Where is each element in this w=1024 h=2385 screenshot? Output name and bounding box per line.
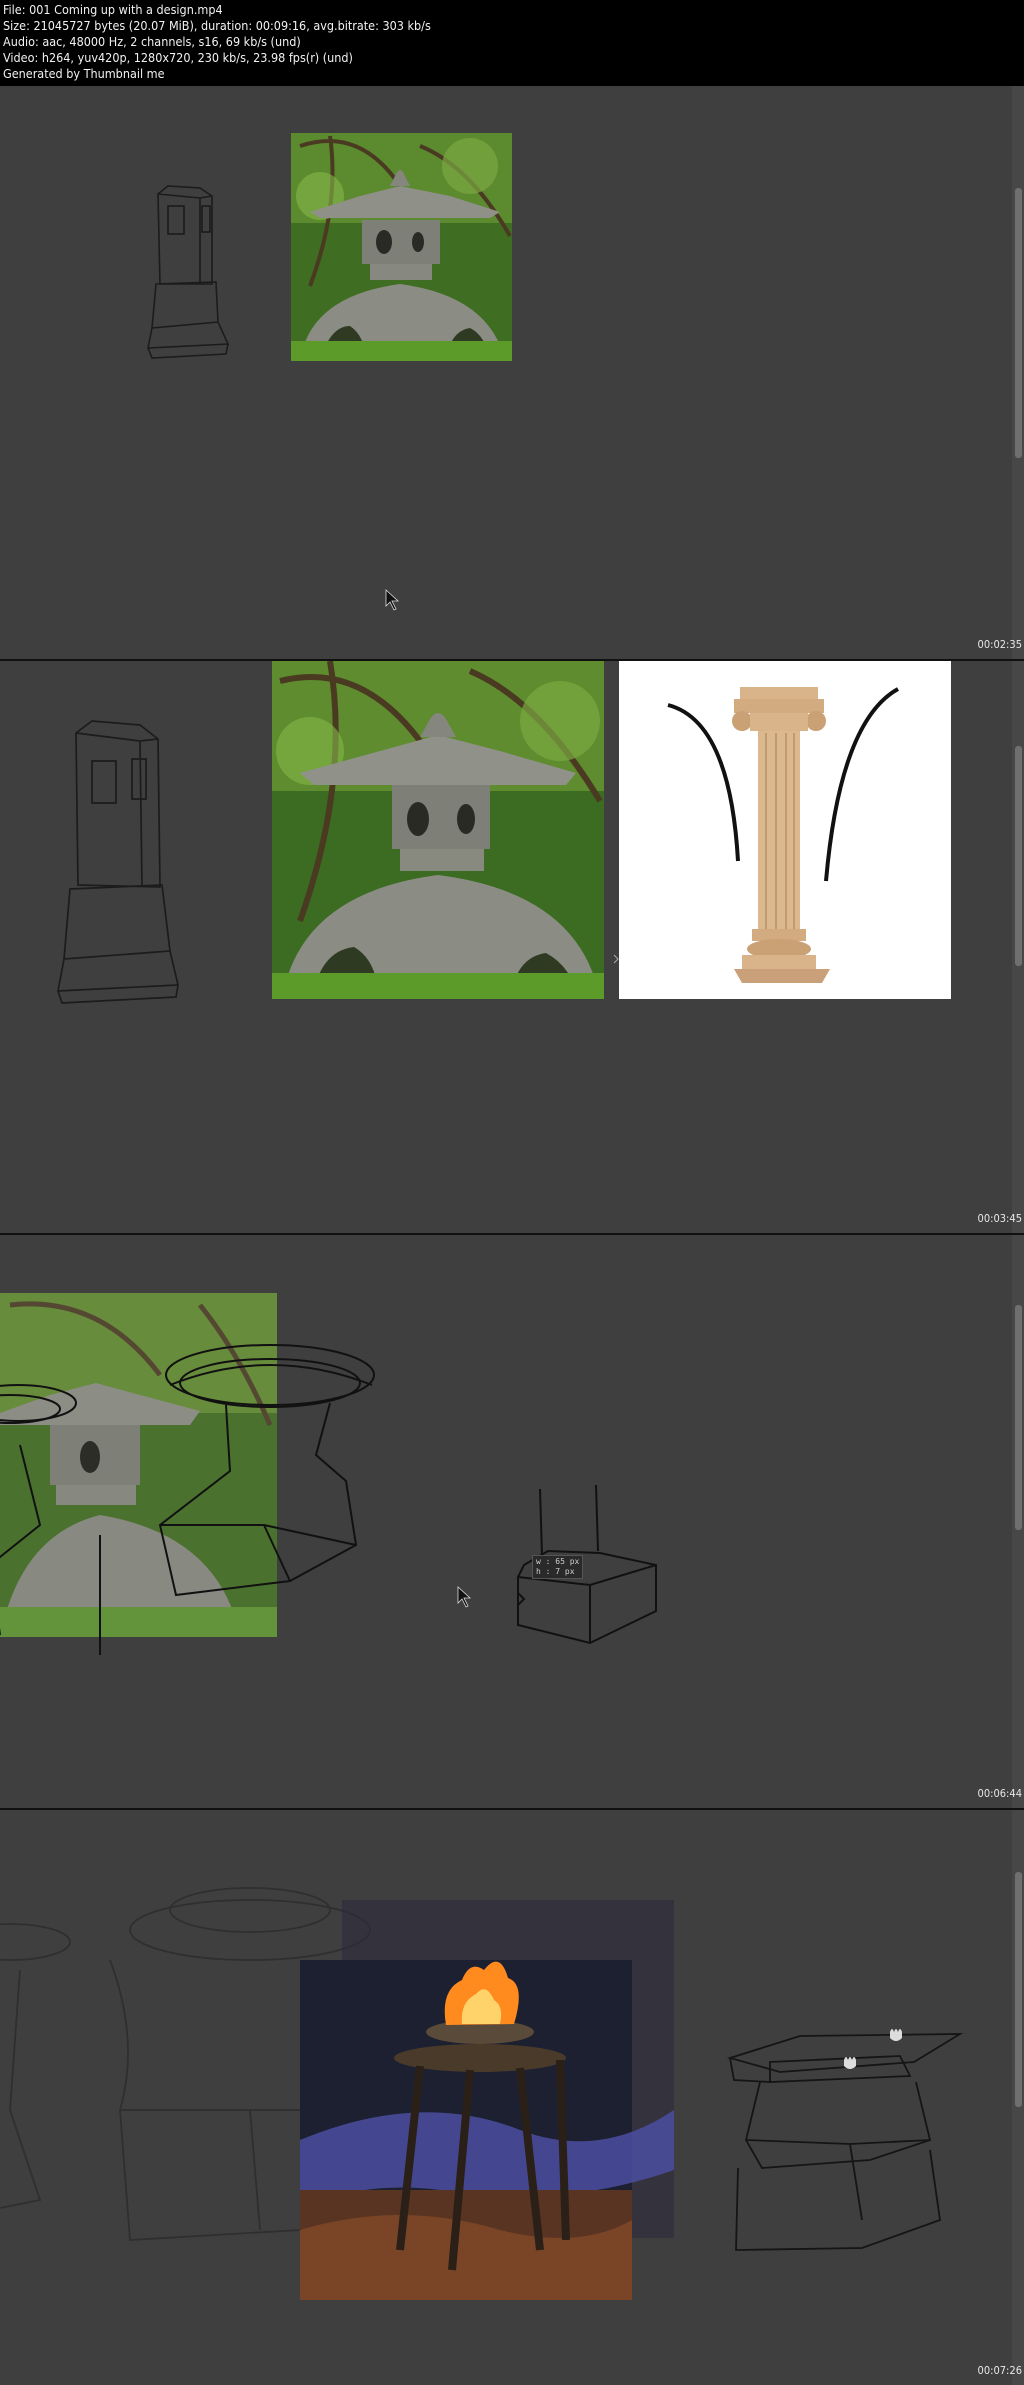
frame-timestamp: 00:03:45 [977,1212,1022,1225]
tooltip-width: w : 65 px [536,1557,580,1566]
pillar-sketch [147,185,230,359]
pillar-sketch [56,720,180,1004]
resize-handle-icon [613,954,619,964]
mouse-cursor-icon [385,589,400,611]
ionic-column-photo [619,661,951,999]
tooltip-height: h : 7 px [536,1567,575,1576]
video-frame-3: w : 65 px h : 7 px 00:06:44 [0,1235,1024,1808]
frame-1-artwork [147,133,512,611]
vertical-scrollbar[interactable] [1012,1235,1024,1808]
frame-timestamp: 00:06:44 [977,1787,1022,1800]
vertical-scrollbar[interactable] [1012,86,1024,659]
video-metadata-header: File: 001 Coming up with a design.mp4 Si… [0,0,1024,86]
stone-lantern-photo-faded [0,1293,277,1637]
scrollbar-thumb[interactable] [1015,188,1022,458]
frame-timestamp: 00:02:35 [977,638,1022,651]
stone-lantern-photo [272,661,604,999]
frame-timestamp: 00:07:26 [977,2364,1022,2377]
fire-brazier-photo [300,1900,674,2300]
video-frame-2: 00:03:45 [0,661,1024,1233]
audio-info-line: Audio: aac, 48000 Hz, 2 channels, s16, 6… [3,34,301,49]
hand-tool-icon [844,2057,856,2069]
hand-tool-icon [890,2029,902,2041]
stone-lantern-photo [291,133,512,361]
video-frame-4: 00:07:26 [0,1810,1024,2385]
generator-line: Generated by Thumbnail me [3,66,165,81]
mouse-cursor-icon [457,1586,472,1608]
video-frame-1: 00:02:35 [0,86,1024,659]
transform-size-tooltip: w : 65 px h : 7 px [532,1555,584,1579]
file-name-line: File: 001 Coming up with a design.mp4 [3,2,223,17]
frame-3-artwork [0,1293,657,1655]
frame-2-artwork [56,661,951,1004]
file-size-line: Size: 21045727 bytes (20.07 MiB), durati… [3,18,431,33]
video-info-line: Video: h264, yuv420p, 1280x720, 230 kb/s… [3,50,353,65]
scrollbar-thumb[interactable] [1015,1305,1022,1530]
vertical-scrollbar[interactable] [1012,661,1024,1233]
frame-4-artwork [0,1887,964,2300]
vertical-scrollbar[interactable] [1012,1810,1024,2385]
scrollbar-thumb[interactable] [1015,1872,1022,2107]
scrollbar-thumb[interactable] [1015,746,1022,966]
